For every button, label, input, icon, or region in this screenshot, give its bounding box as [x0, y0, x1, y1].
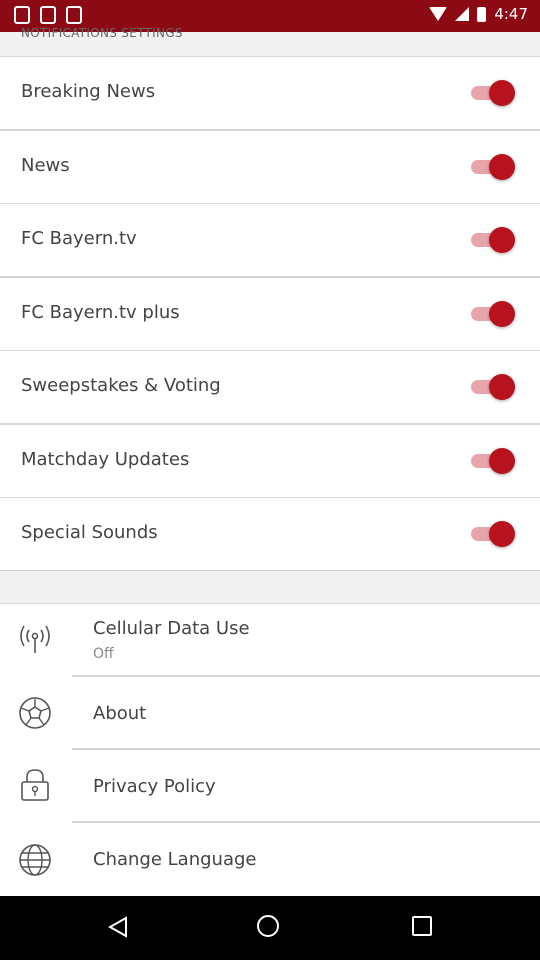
back-icon[interactable] — [108, 916, 128, 938]
menu-label: Privacy Policy — [93, 776, 216, 797]
setting-row-fc-bayern-tv-plus[interactable]: FC Bayern.tv plus — [0, 278, 540, 352]
notification-icon — [14, 6, 30, 24]
navigation-bar — [0, 896, 540, 960]
home-icon[interactable] — [257, 915, 279, 937]
setting-row-matchday-updates[interactable]: Matchday Updates — [0, 425, 540, 499]
status-time: 4:47 — [494, 5, 528, 23]
special-sounds-switch[interactable] — [471, 521, 515, 547]
menu-item-privacy-policy[interactable]: Privacy Policy — [0, 750, 540, 823]
antenna-icon — [20, 625, 50, 653]
sweepstakes-voting-switch[interactable] — [471, 374, 515, 400]
globe-icon — [19, 844, 51, 876]
menu-item-about[interactable]: About — [0, 677, 540, 750]
notification-icon — [66, 6, 82, 24]
signal-icon — [455, 7, 470, 21]
setting-row-special-sounds[interactable]: Special Sounds — [0, 498, 540, 572]
setting-label: FC Bayern.tv — [21, 228, 137, 249]
menu-label: About — [93, 703, 147, 724]
setting-label: News — [21, 155, 70, 176]
setting-label: Special Sounds — [21, 522, 158, 543]
menu-item-change-language[interactable]: Change Language — [0, 823, 540, 896]
fc-bayern-tv-switch[interactable] — [471, 227, 515, 253]
menu-sublabel: Off — [93, 646, 114, 662]
section-header: NOTIFICATIONS SETTINGS — [0, 26, 540, 58]
setting-row-sweepstakes-voting[interactable]: Sweepstakes & Voting — [0, 351, 540, 425]
setting-label: Sweepstakes & Voting — [21, 375, 221, 396]
setting-row-news[interactable]: News — [0, 131, 540, 205]
lock-icon — [21, 769, 49, 801]
breaking-news-switch[interactable] — [471, 80, 515, 106]
soccer-ball-icon — [19, 697, 51, 729]
menu-label: Change Language — [93, 849, 257, 870]
setting-label: FC Bayern.tv plus — [21, 302, 180, 323]
menu-item-cellular-data-use[interactable]: Cellular Data Use Off — [0, 604, 540, 677]
recent-apps-icon[interactable] — [412, 916, 432, 936]
battery-icon — [477, 6, 487, 22]
setting-row-fc-bayern-tv[interactable]: FC Bayern.tv — [0, 204, 540, 278]
matchday-updates-switch[interactable] — [471, 448, 515, 474]
wifi-icon — [429, 7, 448, 21]
menu-label: Cellular Data Use — [93, 618, 250, 639]
setting-label: Matchday Updates — [21, 449, 190, 470]
section-header-title: NOTIFICATIONS SETTINGS — [21, 26, 183, 40]
setting-row-breaking-news[interactable]: Breaking News — [0, 57, 540, 131]
notification-icon — [40, 6, 56, 24]
section-spacer — [0, 571, 540, 605]
news-switch[interactable] — [471, 154, 515, 180]
fc-bayern-tv-plus-switch[interactable] — [471, 301, 515, 327]
setting-label: Breaking News — [21, 81, 156, 102]
